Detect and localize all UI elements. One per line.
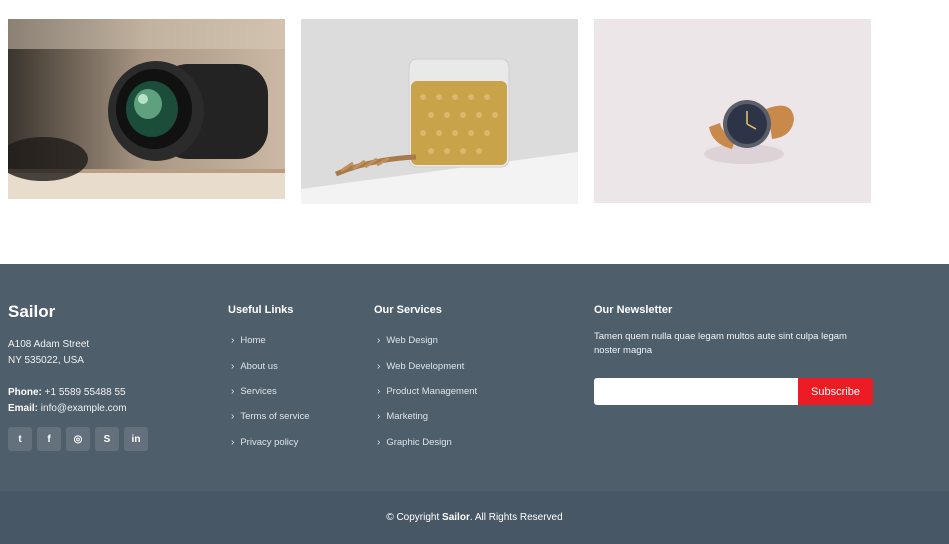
newsletter-email-input[interactable] <box>594 378 798 405</box>
portfolio-item-camera-lens[interactable] <box>8 19 285 199</box>
footer-link-label: Privacy policy <box>240 436 299 448</box>
footer-link-label: Terms of service <box>240 411 310 423</box>
newsletter-description: Tamen quem nulla quae legam multos aute … <box>594 331 847 356</box>
footer-link-about[interactable]: › About us <box>228 353 310 378</box>
service-link-product-management[interactable]: › Product Management <box>374 379 477 404</box>
portfolio-item-watch[interactable] <box>594 19 871 203</box>
portfolio-item-glass[interactable] <box>301 19 578 204</box>
instagram-icon[interactable]: ◎ <box>66 427 90 451</box>
twitter-icon[interactable]: t <box>8 427 32 451</box>
chevron-right-icon: › <box>377 436 381 448</box>
phone-value: +1 5589 55488 55 <box>44 387 126 398</box>
newsletter-title: Our Newsletter <box>594 304 673 316</box>
footer-contact: Phone: +1 5589 55488 55 Email: info@exam… <box>8 385 127 417</box>
linkedin-icon[interactable]: in <box>124 427 148 451</box>
service-link-label: Graphic Design <box>386 436 452 448</box>
phone-line: Phone: +1 5589 55488 55 <box>8 385 127 401</box>
service-link-label: Web Development <box>386 360 465 372</box>
phone-label: Phone: <box>8 387 42 398</box>
footer-link-home[interactable]: › Home <box>228 328 310 353</box>
service-link-web-design[interactable]: › Web Design <box>374 328 477 353</box>
footer-link-services[interactable]: › Services <box>228 379 310 404</box>
camera-lens-image <box>8 19 285 199</box>
whiskey-glass-image <box>301 19 578 204</box>
newsletter-form: Subscribe <box>594 378 873 405</box>
service-link-label: Web Design <box>386 335 438 347</box>
footer-link-label: Services <box>240 385 277 397</box>
service-link-marketing[interactable]: › Marketing <box>374 404 477 429</box>
chevron-right-icon: › <box>377 360 381 372</box>
facebook-icon[interactable]: f <box>37 427 61 451</box>
copyright-brand: Sailor <box>442 512 470 523</box>
address-line-1: A108 Adam Street <box>8 339 90 350</box>
address-line-2: NY 535022, USA <box>8 355 84 366</box>
useful-links-list: › Home › About us › Services › Terms of serv… <box>228 328 310 455</box>
chevron-right-icon: › <box>231 411 235 423</box>
email-value[interactable]: info@example.com <box>41 403 127 414</box>
chevron-right-icon: › <box>231 335 235 347</box>
email-line: Email: info@example.com <box>8 401 127 417</box>
services-title: Our Services <box>374 304 442 316</box>
chevron-right-icon: › <box>377 411 381 423</box>
footer-link-label: About us <box>240 360 278 372</box>
email-label: Email: <box>8 403 39 414</box>
footer-address: A108 Adam Street NY 535022, USA <box>8 337 89 369</box>
footer-link-label: Home <box>240 335 266 347</box>
service-link-graphic-design[interactable]: › Graphic Design <box>374 430 477 455</box>
footer-link-privacy[interactable]: › Privacy policy <box>228 430 310 455</box>
chevron-right-icon: › <box>231 436 235 448</box>
portfolio-gallery <box>0 0 949 264</box>
site-footer: Sailor A108 Adam Street NY 535022, USA P… <box>0 264 949 491</box>
service-link-label: Product Management <box>386 385 478 397</box>
skype-icon[interactable]: S <box>95 427 119 451</box>
social-links: t f ◎ S in <box>8 427 148 451</box>
footer-brand[interactable]: Sailor <box>8 302 55 322</box>
chevron-right-icon: › <box>377 335 381 347</box>
chevron-right-icon: › <box>377 385 381 397</box>
wrist-watch-image <box>594 19 871 203</box>
service-link-label: Marketing <box>386 411 429 423</box>
useful-links-title: Useful Links <box>228 304 294 316</box>
subscribe-button[interactable]: Subscribe <box>798 378 873 405</box>
copyright-prefix: © Copyright <box>386 512 440 523</box>
copyright-bar: © Copyright Sailor. All Rights Reserved <box>0 491 949 544</box>
services-list: › Web Design › Web Development › Product Ma… <box>374 328 477 455</box>
chevron-right-icon: › <box>231 385 235 397</box>
chevron-right-icon: › <box>231 360 235 372</box>
service-link-web-development[interactable]: › Web Development <box>374 353 477 378</box>
footer-link-terms[interactable]: › Terms of service <box>228 404 310 429</box>
copyright-suffix: . All Rights Reserved <box>469 512 563 523</box>
